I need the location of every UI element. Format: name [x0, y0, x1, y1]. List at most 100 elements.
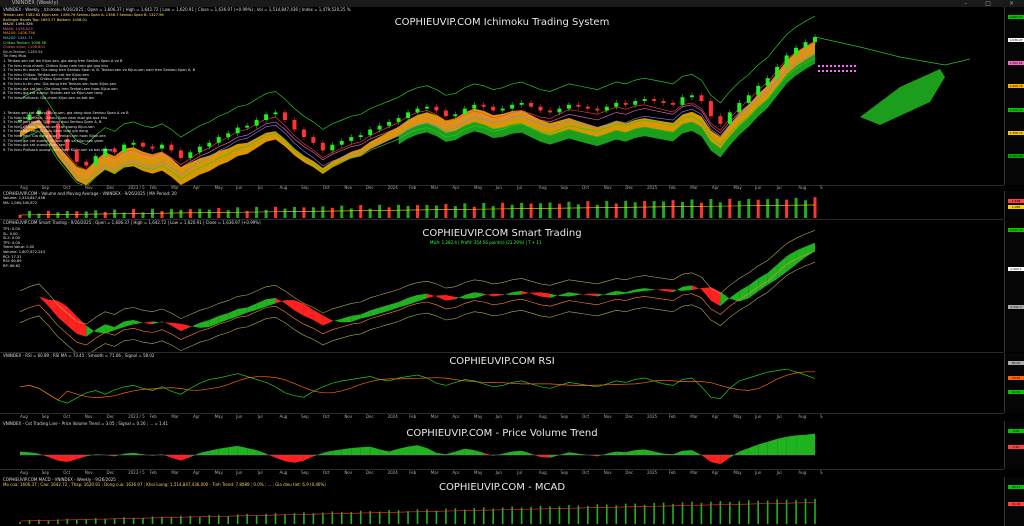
time-axis-label: Jul: [257, 470, 263, 475]
time-axis-label: Sep: [41, 470, 50, 475]
time-axis-label: Feb: [149, 470, 157, 475]
smart-scale[interactable]: 1,642.72 1,495.1 1,341.7: [1004, 220, 1024, 352]
time-axis-label: Aug: [538, 185, 547, 190]
volume-bar: [340, 205, 344, 218]
candle-body: [434, 106, 439, 111]
macd-histogram-bar: [587, 505, 589, 524]
smart-trading-pane[interactable]: COPHIEUVIP.COM Smart Trading - 9/26/2025…: [0, 220, 1004, 353]
macd-histogram-bar: [549, 506, 551, 524]
time-axis-label: Aug: [798, 414, 807, 419]
pvt-area: [20, 451, 30, 455]
minimize-icon[interactable]: –: [964, 0, 973, 7]
pvt-area: [57, 455, 68, 462]
time-axis-label: Jun: [495, 470, 502, 475]
volume-bar: [813, 197, 817, 218]
time-axis-label: Apr: [192, 185, 200, 190]
volume-bar: [662, 201, 666, 218]
macd-histogram-bar: [482, 507, 485, 524]
smart-trading-chart[interactable]: [0, 220, 1004, 352]
volume-bar: [283, 208, 287, 218]
scale-tag: 1,327.96: [1008, 153, 1024, 158]
time-axis-label: Nov: [344, 414, 353, 419]
time-axis-label: Jul: [257, 414, 263, 419]
trend-ribbon: [105, 324, 115, 334]
volume-bar: [539, 203, 543, 218]
volume-bar: [463, 203, 467, 218]
rsi-scale[interactable]: 80.00 73.45 60.89: [1004, 353, 1024, 413]
pvt-area: [568, 452, 579, 455]
trend-ribbon: [777, 256, 787, 279]
scale-tag: 60.89: [1008, 390, 1024, 395]
trend-ribbon: [143, 321, 153, 325]
volume-bar: [482, 202, 486, 218]
ichimoku-pane[interactable]: VNINDEX - Weekly ; Ichimoku 9/26/2025 ; …: [0, 7, 1004, 186]
scale-tag: 80.00: [1008, 361, 1024, 365]
trend-ribbon: [673, 286, 683, 293]
candle-body: [462, 108, 467, 115]
pvt-area: [237, 445, 248, 455]
trend-ribbon: [57, 300, 68, 326]
pvt-area: [332, 449, 342, 455]
macd-pane[interactable]: COPHIEUVIP.COM MACD - VNINDEX - Weekly -…: [0, 477, 1004, 526]
time-axis-label: Jul: [776, 414, 782, 419]
volume-bar: [756, 199, 760, 218]
trend-ribbon: [682, 285, 692, 291]
trend-ribbon: [86, 325, 96, 337]
pvt-scale[interactable]: 3.05 0.26: [1004, 421, 1024, 469]
trend-ribbon: [190, 322, 200, 328]
trend-ribbon: [398, 297, 409, 308]
pvt-area: [777, 436, 787, 455]
trend-ribbon: [691, 285, 702, 290]
pvt-area: [720, 455, 730, 465]
volume-bar: [709, 198, 713, 218]
time-axis-label: Jun: [236, 185, 243, 190]
macd-histogram-bar: [757, 500, 760, 524]
volume-chart[interactable]: [0, 191, 1004, 219]
volume-bar: [321, 206, 325, 218]
volume-scale[interactable]: 1.51B 1.08B: [1004, 191, 1024, 219]
pvt-area: [124, 452, 134, 455]
candle-body: [803, 42, 808, 48]
candle-body: [406, 112, 411, 119]
volume-bar: [434, 205, 438, 218]
maximize-icon[interactable]: □: [985, 0, 997, 7]
time-axis-label: Jun: [236, 470, 243, 475]
pvt-area: [436, 452, 446, 455]
rsi-pane[interactable]: VNINDEX - RSI = 60.89 ; RSI MA = 73.45 ;…: [0, 353, 1004, 414]
volume-bar: [84, 211, 88, 218]
pvt-area: [796, 434, 806, 455]
volume-bar: [548, 202, 552, 218]
macd-histogram-bar: [464, 509, 466, 524]
volume-pane[interactable]: COPHIEUVIP.COM - Volume and Moving Avera…: [0, 191, 1004, 220]
volume-bar: [274, 206, 278, 218]
macd-histogram-bar: [350, 512, 353, 524]
candle-body: [708, 101, 713, 117]
volume-bar: [75, 211, 79, 218]
candle-body: [235, 127, 240, 134]
time-axis-label: May: [214, 185, 223, 190]
target-dot: [818, 70, 820, 72]
time-axis-label: Feb: [668, 185, 676, 190]
time-axis-label: Sep: [301, 185, 309, 190]
candle-body: [642, 99, 647, 101]
pvt-pane[interactable]: VNINDEX - Cot Trading Line - Price Volum…: [0, 421, 1004, 470]
macd-scale[interactable]: 48.21 31.26: [1004, 477, 1024, 526]
time-axis-label: Feb: [409, 470, 417, 475]
ichimoku-price-scale[interactable]: 1,693.77 1,636.97 1,582.62 1,496.76 1,458.01…: [1004, 7, 1024, 185]
pvt-area: [493, 453, 503, 456]
ichi-sell-line: 9. Tin hieu Pullback xuong: Gia cham Kij…: [3, 147, 113, 152]
close-icon[interactable]: ×: [1009, 0, 1020, 7]
candle-body: [159, 144, 164, 149]
trend-ribbon: [76, 316, 87, 337]
macd-chart[interactable]: [0, 477, 1004, 526]
pvt-area: [748, 444, 759, 455]
candle-body: [396, 118, 401, 122]
candle-body: [510, 104, 515, 109]
rsi-chart[interactable]: [0, 353, 1004, 413]
time-axis-label: S: [820, 470, 823, 475]
pvt-area: [805, 433, 815, 455]
candle-body: [273, 112, 278, 115]
target-dot: [834, 70, 836, 72]
candle-body: [623, 102, 628, 105]
pvt-chart[interactable]: [0, 421, 1004, 469]
